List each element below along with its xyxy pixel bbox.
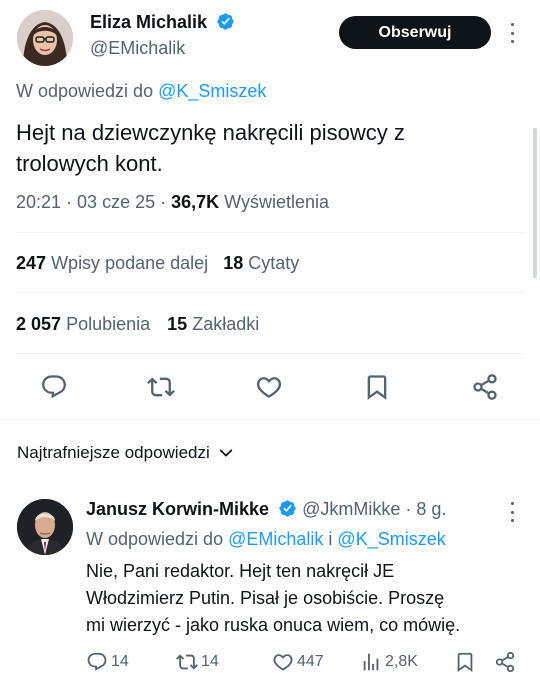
- reply-likes-count: 447: [297, 653, 324, 670]
- reply-icon[interactable]: [40, 373, 68, 401]
- quotes-count: 18: [223, 253, 244, 273]
- reply-text-line: Włodzimierz Putin. Pisał je osobiście. P…: [86, 588, 445, 608]
- tweet-text: Hejt na dziewczynkę nakręcili pisowcy z …: [16, 117, 405, 179]
- reply-repost-button[interactable]: 14: [176, 651, 219, 673]
- views-count: 36,7K: [171, 192, 220, 212]
- reposts-label: Wpisy podane dalej: [51, 253, 209, 273]
- likes-label: Polubienia: [66, 314, 151, 334]
- like-icon[interactable]: [255, 373, 283, 401]
- tweet-meta: 20:21 · 03 cze 25 · 36,7K Wyświetlenia: [16, 192, 329, 213]
- divider: [16, 292, 524, 293]
- author-handle[interactable]: @EMichalik: [90, 38, 185, 59]
- reply-views-button[interactable]: 2,8K: [360, 651, 418, 673]
- reply-text-line: Nie, Pani redaktor. Hejt ten nakręcił JE: [86, 561, 395, 581]
- reply-bookmark-icon[interactable]: [454, 651, 476, 673]
- replies-sort-label: Najtrafniejsze odpowiedzi: [17, 443, 210, 462]
- reply-like-button[interactable]: 447: [272, 651, 324, 673]
- reply-to-line: W odpowiedzi do @K_Smiszek: [16, 81, 266, 102]
- reply-author-handle[interactable]: @JkmMikke: [302, 499, 400, 519]
- bookmark-icon[interactable]: [363, 373, 391, 401]
- verified-badge-icon: [217, 13, 234, 30]
- reply-to-handle-link[interactable]: @EMichalik: [228, 529, 323, 549]
- reply-to-line: W odpowiedzi do @EMichalik i @K_Smiszek: [86, 529, 446, 550]
- author-avatar[interactable]: [17, 10, 73, 66]
- repost-icon[interactable]: [147, 373, 175, 401]
- like-stats-row: 2 057 Polubienia 15 Zakładki: [16, 314, 259, 335]
- tweet-timestamp[interactable]: 20:21 · 03 cze 25 ·: [16, 192, 171, 212]
- reply-to-prefix: W odpowiedzi do: [86, 529, 224, 549]
- quotes-stat[interactable]: 18 Cytaty: [223, 253, 299, 273]
- reply-views-count: 2,8K: [385, 653, 418, 670]
- views-label: Wyświetlenia: [224, 192, 330, 212]
- like-icon: [273, 654, 293, 671]
- reply-author-avatar-image: [17, 499, 73, 555]
- repost-stats-row: 247 Wpisy podane dalej 18 Cytaty: [16, 253, 299, 274]
- reply-share-icon[interactable]: [494, 651, 516, 673]
- bookmarks-count: 15: [167, 314, 188, 334]
- reply-icon: [87, 652, 107, 671]
- reply-reposts-count: 14: [201, 653, 219, 670]
- tweet-text-line: Hejt na dziewczynkę nakręcili pisowcy z: [16, 120, 405, 145]
- repost-icon: [176, 654, 198, 670]
- reply-to-handle-link[interactable]: @K_Smiszek: [158, 81, 266, 101]
- reply-author-name[interactable]: Janusz Korwin-Mikke: [86, 499, 269, 519]
- chevron-down-icon: [219, 449, 232, 457]
- author-avatar-image: [17, 10, 73, 66]
- follow-button[interactable]: Obserwuj: [339, 16, 491, 49]
- reply-replies-button[interactable]: 14: [86, 651, 129, 673]
- section-divider: [0, 419, 540, 420]
- scrollbar-thumb[interactable]: [533, 128, 537, 278]
- share-icon[interactable]: [471, 373, 499, 401]
- tweet-text-line: trolowych kont.: [16, 151, 163, 176]
- divider: [16, 232, 524, 233]
- bookmarks-label: Zakładki: [192, 314, 260, 334]
- replies-sort-dropdown[interactable]: Najtrafniejsze odpowiedzi: [17, 443, 234, 463]
- reply-text-line: mi wierzyć - jako ruska onuca wiem, co m…: [86, 615, 461, 635]
- author-name-row[interactable]: Eliza Michalik: [90, 12, 235, 33]
- likes-stat[interactable]: 2 057 Polubienia: [16, 314, 150, 334]
- verified-badge-icon: [279, 500, 296, 517]
- more-options-icon[interactable]: [508, 23, 516, 43]
- likes-count: 2 057: [16, 314, 62, 334]
- bookmarks-stat[interactable]: 15 Zakładki: [167, 314, 259, 334]
- reply-author-avatar[interactable]: [17, 499, 73, 555]
- reply-to-and: i: [328, 529, 333, 549]
- divider: [16, 353, 524, 354]
- reply-to-handle-link[interactable]: @K_Smiszek: [337, 529, 445, 549]
- reply-header-row: Janusz Korwin-Mikke @JkmMikke · 8 g.: [86, 499, 446, 520]
- reply-replies-count: 14: [111, 653, 129, 670]
- quotes-label: Cytaty: [248, 253, 300, 273]
- reply-more-options-icon[interactable]: [508, 502, 516, 522]
- author-name[interactable]: Eliza Michalik: [90, 12, 207, 32]
- reposts-count: 247: [16, 253, 47, 273]
- reply-to-prefix: W odpowiedzi do: [16, 81, 154, 101]
- reply-time[interactable]: · 8 g.: [405, 499, 446, 519]
- reposts-stat[interactable]: 247 Wpisy podane dalej: [16, 253, 208, 273]
- views-chart-icon: [363, 653, 379, 671]
- reply-text: Nie, Pani redaktor. Hejt ten nakręcił JE…: [86, 558, 460, 639]
